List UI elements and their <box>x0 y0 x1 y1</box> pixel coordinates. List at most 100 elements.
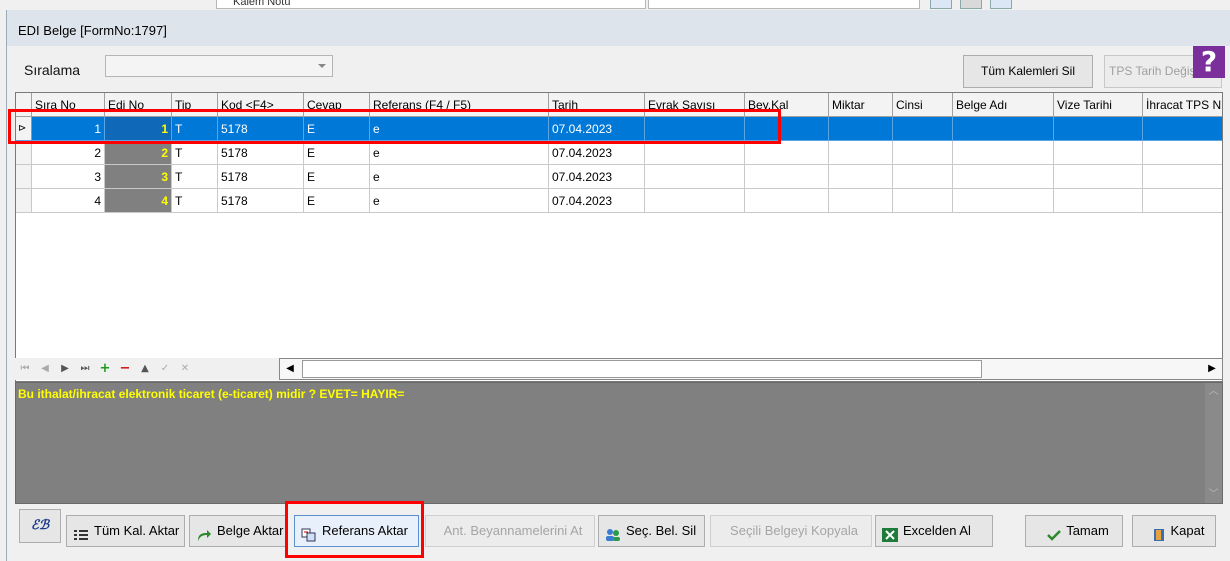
cell-edi[interactable]: 4 <box>105 189 172 213</box>
cell-vize[interactable] <box>1054 189 1143 213</box>
cell-tarih[interactable]: 07.04.2023 <box>549 141 645 165</box>
excel-import-button[interactable]: Excelden Al <box>875 515 993 547</box>
column-header[interactable]: Vize Tarihi <box>1054 93 1143 117</box>
cell-cevap[interactable]: E <box>304 189 370 213</box>
message-scrollbar[interactable]: ︿ ﹀ <box>1205 383 1222 503</box>
cell-cevap[interactable]: E <box>304 141 370 165</box>
cell-tps[interactable] <box>1143 189 1222 213</box>
cell-tarih[interactable]: 07.04.2023 <box>549 189 645 213</box>
ant-declarations-button[interactable]: Ant. Beyannamelerini At <box>425 515 595 547</box>
button-label: Tamam <box>1066 523 1109 538</box>
cell-beykal[interactable] <box>745 165 829 189</box>
delete-record-icon[interactable]: − <box>117 362 133 376</box>
last-record-icon[interactable]: ⏭ <box>77 362 93 376</box>
highlight-selected-row <box>8 109 781 144</box>
cell-sira[interactable]: 4 <box>32 189 105 213</box>
next-record-icon[interactable]: ▶ <box>57 362 73 376</box>
button-label: Excelden Al <box>903 523 971 538</box>
cell-miktar[interactable] <box>829 117 893 141</box>
help-icon[interactable]: ? <box>1193 46 1225 78</box>
cell-cinsi[interactable] <box>893 117 953 141</box>
cell-tip[interactable]: T <box>172 165 218 189</box>
chevron-down-icon <box>318 64 326 68</box>
edit-record-icon[interactable]: ▲ <box>137 362 153 376</box>
column-header[interactable]: Miktar <box>829 93 893 117</box>
scroll-left-icon[interactable]: ◀ <box>280 359 300 379</box>
row-indicator <box>16 189 32 213</box>
cell-cevap[interactable]: E <box>304 165 370 189</box>
first-record-icon[interactable]: ⏮ <box>17 362 33 376</box>
sort-label: Sıralama <box>24 62 81 78</box>
cell-vize[interactable] <box>1054 141 1143 165</box>
scroll-down-icon[interactable]: ﹀ <box>1205 486 1222 503</box>
cell-referans[interactable]: e <box>370 141 549 165</box>
cell-vize[interactable] <box>1054 117 1143 141</box>
eb-button[interactable]: ℰℬ <box>19 509 61 543</box>
all-items-transfer-button[interactable]: Tüm Kal. Aktar <box>66 515 185 547</box>
list-icon <box>73 523 91 540</box>
row-indicator <box>16 141 32 165</box>
cell-miktar[interactable] <box>829 189 893 213</box>
table-row[interactable]: 2 2 T 5178 E e 07.04.2023 <box>16 141 1222 165</box>
cell-referans[interactable]: e <box>370 165 549 189</box>
cell-miktar[interactable] <box>829 165 893 189</box>
highlight-reference-button <box>285 501 424 558</box>
button-label: Belge Aktar <box>217 523 284 538</box>
prev-record-icon[interactable]: ◀ <box>37 362 53 376</box>
cancel-record-icon[interactable]: ✕ <box>177 362 193 376</box>
ok-button[interactable]: Tamam <box>1025 515 1123 547</box>
cell-sira[interactable]: 3 <box>32 165 105 189</box>
background-window: Kalem Notu <box>0 0 1230 10</box>
post-record-icon[interactable]: ✓ <box>157 362 173 376</box>
cell-belge-adi[interactable] <box>953 189 1054 213</box>
close-button[interactable]: Kapat <box>1132 515 1216 547</box>
cell-tip[interactable]: T <box>172 189 218 213</box>
cell-cinsi[interactable] <box>893 141 953 165</box>
cell-referans[interactable]: e <box>370 189 549 213</box>
cell-edi[interactable]: 3 <box>105 165 172 189</box>
delete-all-items-button[interactable]: Tüm Kalemleri Sil <box>963 55 1093 88</box>
cell-evrak[interactable] <box>645 189 745 213</box>
cell-belge-adi[interactable] <box>953 117 1054 141</box>
scroll-thumb[interactable] <box>302 360 982 378</box>
people-icon <box>605 523 623 541</box>
cell-tip[interactable]: T <box>172 141 218 165</box>
scroll-up-icon[interactable]: ︿ <box>1205 383 1222 400</box>
cell-vize[interactable] <box>1054 165 1143 189</box>
cell-kod[interactable]: 5178 <box>218 141 304 165</box>
cell-kod[interactable]: 5178 <box>218 189 304 213</box>
cell-belge-adi[interactable] <box>953 165 1054 189</box>
cell-sira[interactable]: 2 <box>32 141 105 165</box>
cell-edi[interactable]: 2 <box>105 141 172 165</box>
doc-transfer-button[interactable]: Belge Aktar <box>189 515 287 547</box>
column-header[interactable]: İhracat TPS N <box>1143 93 1222 117</box>
cell-tarih[interactable]: 07.04.2023 <box>549 165 645 189</box>
copy-selected-doc-button[interactable]: Seçili Belgeyi Kopyala <box>710 515 872 547</box>
excel-icon <box>882 523 900 542</box>
column-header[interactable]: Belge Adı <box>953 93 1054 117</box>
cell-tps[interactable] <box>1143 165 1222 189</box>
grid-navigator: ⏮ ◀ ▶ ⏭ + − ▲ ✓ ✕ ◀ ▶ <box>15 358 1223 380</box>
table-row[interactable]: 4 4 T 5178 E e 07.04.2023 <box>16 189 1222 213</box>
cell-tps[interactable] <box>1143 117 1222 141</box>
cell-kod[interactable]: 5178 <box>218 165 304 189</box>
cell-cinsi[interactable] <box>893 165 953 189</box>
selected-delete-button[interactable]: Seç. Bel. Sil <box>598 515 705 547</box>
arrow-redo-icon <box>196 523 214 541</box>
table-row[interactable]: 3 3 T 5178 E e 07.04.2023 <box>16 165 1222 189</box>
cell-tps[interactable] <box>1143 141 1222 165</box>
background-field: Kalem Notu <box>216 0 646 9</box>
scroll-right-icon[interactable]: ▶ <box>1202 359 1222 379</box>
cell-evrak[interactable] <box>645 141 745 165</box>
horizontal-scrollbar[interactable]: ◀ ▶ <box>279 358 1223 380</box>
cell-cinsi[interactable] <box>893 189 953 213</box>
sort-select[interactable] <box>105 55 333 77</box>
column-header[interactable]: Cinsi <box>893 93 953 117</box>
background-button <box>930 0 952 9</box>
cell-miktar[interactable] <box>829 141 893 165</box>
cell-evrak[interactable] <box>645 165 745 189</box>
cell-beykal[interactable] <box>745 189 829 213</box>
add-record-icon[interactable]: + <box>97 362 113 376</box>
cell-beykal[interactable] <box>745 141 829 165</box>
cell-belge-adi[interactable] <box>953 141 1054 165</box>
